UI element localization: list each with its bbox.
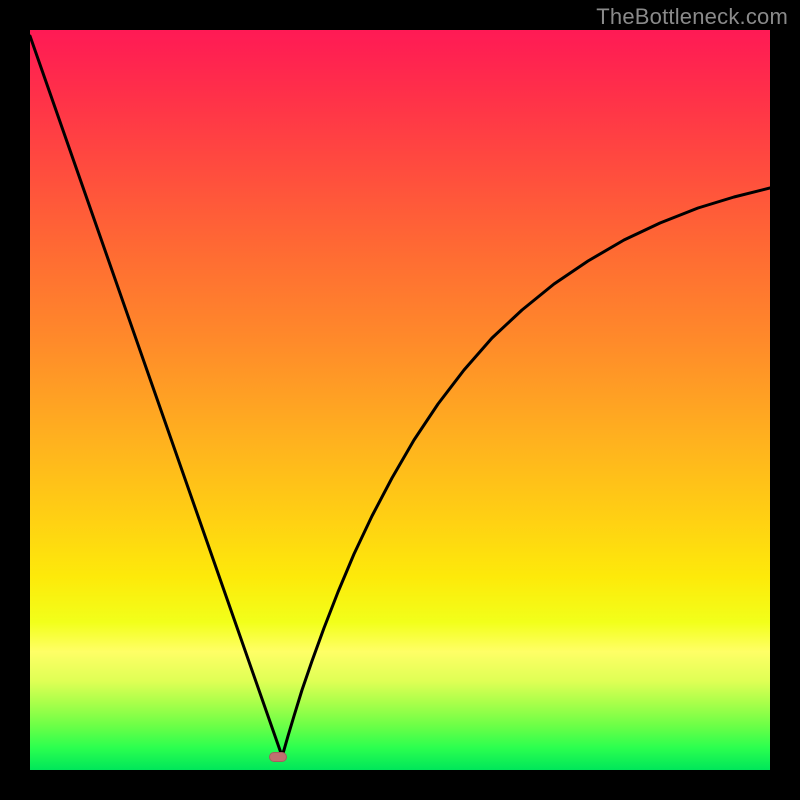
bottleneck-curve [30, 30, 770, 770]
plot-area [30, 30, 770, 770]
watermark-text: TheBottleneck.com [596, 4, 788, 30]
outer-black-frame: TheBottleneck.com [0, 0, 800, 800]
optimal-point-marker [269, 752, 287, 762]
